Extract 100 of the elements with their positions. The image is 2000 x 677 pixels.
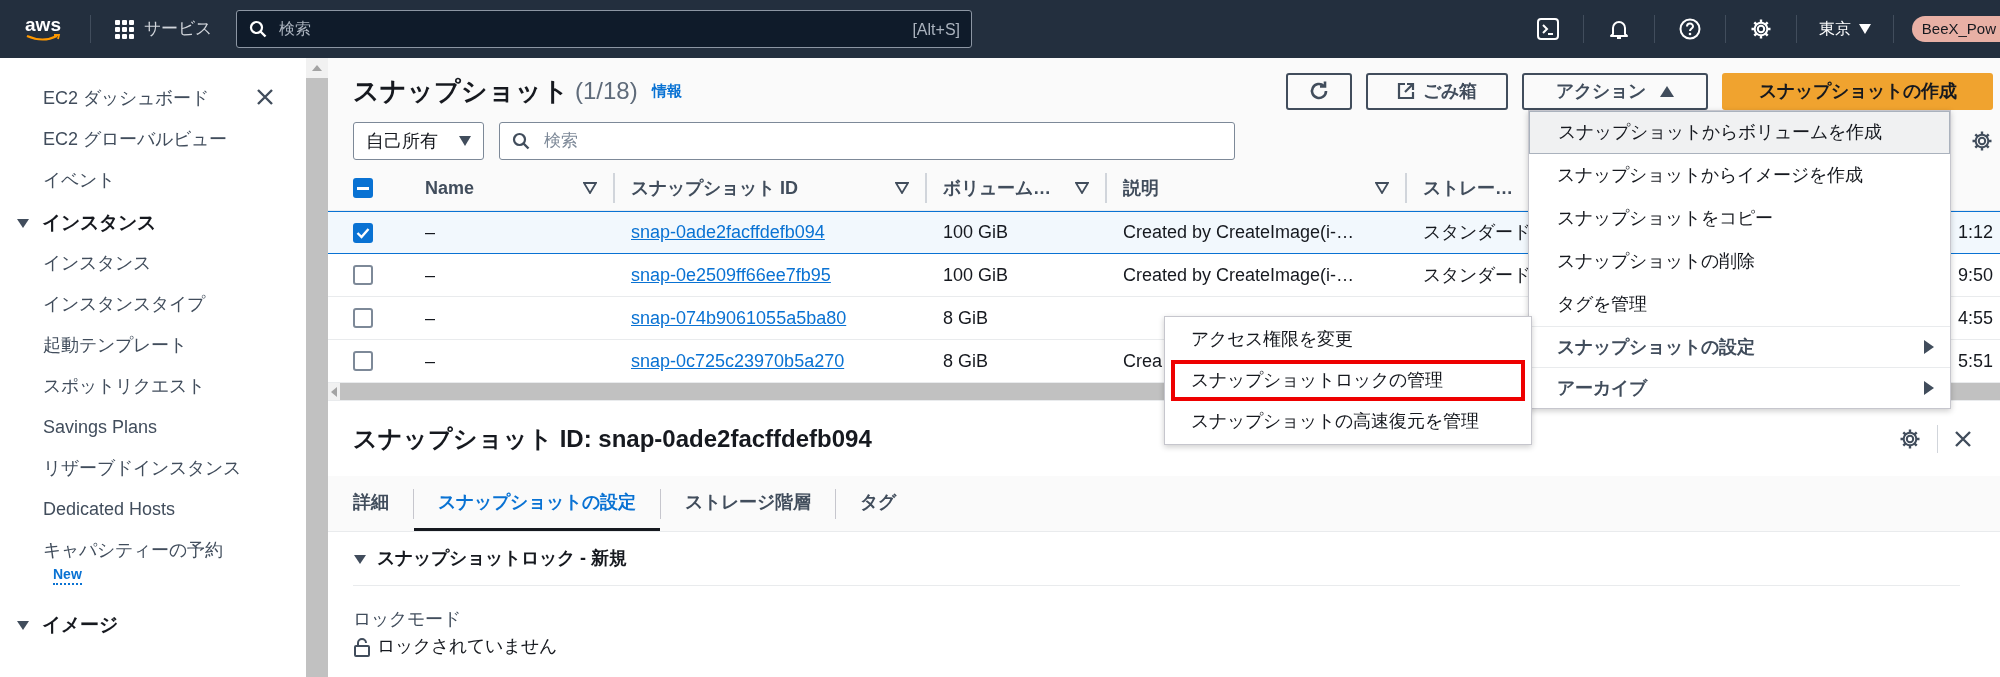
caret-icon xyxy=(459,136,471,146)
column-header[interactable]: 説明 xyxy=(1123,174,1159,202)
menu-item[interactable]: スナップショットの高速復元を管理 xyxy=(1171,401,1525,442)
aws-logo[interactable]: aws xyxy=(20,16,66,42)
table-cell-text: 8 GiB xyxy=(942,349,989,373)
sidebar-link[interactable]: インスタンスタイプ xyxy=(43,284,205,325)
keyboard-shortcut-hint: [Alt+S] xyxy=(912,20,960,40)
snapshot-id-link[interactable]: snap-0e2509ff66ee7fb95 xyxy=(613,261,831,289)
section-header[interactable]: スナップショットロック - 新規 xyxy=(353,532,1960,586)
region-selector[interactable]: 東京 xyxy=(1796,17,1893,41)
sidebar-section-header[interactable]: イメージ xyxy=(16,605,118,645)
caret-down-icon xyxy=(16,618,30,632)
sidebar-link[interactable]: Dedicated Hosts xyxy=(43,489,176,530)
sidebar-link[interactable]: Savings Plans xyxy=(43,407,158,448)
sidebar-link[interactable]: EC2 グローバルビュー xyxy=(43,121,228,162)
sort-caret-icon xyxy=(583,182,597,194)
table-cell-text: Crea xyxy=(1122,349,1162,373)
checkbox[interactable] xyxy=(353,351,373,371)
page-title: スナップショット xyxy=(353,74,569,108)
table-cell-text: 8 GiB xyxy=(942,306,989,330)
settings-icon xyxy=(1971,130,1993,152)
new-badge-link[interactable]: New xyxy=(53,565,82,585)
tab[interactable]: ストレージ階層 xyxy=(661,476,835,531)
services-menu-button[interactable]: サービス xyxy=(115,16,212,42)
close-button[interactable] xyxy=(256,88,274,106)
trash-button[interactable]: ごみ箱 xyxy=(1366,72,1508,110)
column-header[interactable]: スナップショット ID xyxy=(631,174,798,202)
table-cell-text: – xyxy=(425,221,435,244)
table-cell-text: スタンダード xyxy=(1422,221,1531,244)
table-cell-text: 9:50 xyxy=(1957,263,1993,287)
preferences-button[interactable] xyxy=(1971,130,1993,152)
scrollbar[interactable] xyxy=(306,58,328,677)
menu-item[interactable]: スナップショットからボリュームを作成 xyxy=(1529,111,1950,154)
menu-item[interactable]: スナップショットロックの管理 xyxy=(1171,360,1525,401)
info-link[interactable]: 情報 xyxy=(651,79,682,103)
table-cell-text: 100 GiB xyxy=(942,221,1009,244)
settings-button[interactable] xyxy=(1899,427,1921,450)
caret-right-icon xyxy=(1924,381,1934,395)
search-icon xyxy=(512,132,530,150)
table-cell-text: スタンダード xyxy=(1422,263,1531,287)
external-link-icon xyxy=(1397,82,1415,100)
tab[interactable]: スナップショットの設定 xyxy=(414,476,660,531)
table-cell-text: Created by CreateImage(i-… xyxy=(1122,263,1355,287)
tab[interactable]: タグ xyxy=(836,476,920,531)
close-button[interactable] xyxy=(1954,429,1972,448)
help-icon[interactable] xyxy=(1678,18,1701,40)
checkbox[interactable] xyxy=(353,265,373,285)
settings-icon[interactable] xyxy=(1749,18,1772,40)
snapshot-id-link[interactable]: snap-074b9061055a5ba80 xyxy=(613,304,847,332)
table-cell-text: 4:55 xyxy=(1957,306,1993,330)
account-menu-button[interactable]: BeeX_Pow xyxy=(1911,16,2000,42)
minus-icon xyxy=(357,186,369,190)
sidebar-link[interactable]: 起動テンプレート xyxy=(43,325,187,366)
terminal-icon[interactable] xyxy=(1536,18,1559,40)
menu-item[interactable]: アクセス権限を変更 xyxy=(1171,319,1525,360)
checkbox[interactable] xyxy=(353,308,373,328)
sort-caret-icon xyxy=(1075,182,1089,194)
smile-arrow-icon xyxy=(25,34,61,42)
table-cell-text: Created by CreateImage(i-… xyxy=(1122,221,1355,244)
panel-title: スナップショット ID: snap-0ade2facffdefb094 xyxy=(353,423,872,454)
snapshot-id-link[interactable]: snap-0ade2facffdefb094 xyxy=(613,219,825,246)
close-icon xyxy=(256,88,274,106)
scroll-left-icon xyxy=(331,386,337,397)
sidebar-link[interactable]: EC2 ダッシュボード xyxy=(43,80,210,121)
caret-icon xyxy=(1858,24,1871,34)
field-value: ロックされていません xyxy=(377,635,557,658)
column-header[interactable]: Name xyxy=(425,174,475,202)
checkbox[interactable] xyxy=(353,178,373,198)
table-cell-text: – xyxy=(425,306,435,330)
sidebar-link[interactable]: リザーブドインスタンス xyxy=(43,448,241,489)
tab[interactable]: 詳細 xyxy=(353,476,413,531)
field-label: ロックモード xyxy=(353,608,461,631)
checkmark-icon xyxy=(356,226,370,239)
snapshot-id-link[interactable]: snap-0c725c23970b5a270 xyxy=(613,347,845,375)
table-cell-text: – xyxy=(425,263,435,287)
sidebar-link[interactable]: インスタンス xyxy=(43,243,151,284)
create-snapshot-button[interactable]: スナップショットの作成 xyxy=(1722,72,1993,110)
bell-icon[interactable] xyxy=(1607,18,1630,40)
checkbox[interactable] xyxy=(353,222,373,243)
search-field[interactable]: 検索 xyxy=(499,122,1235,160)
column-header[interactable]: ストレー… xyxy=(1423,174,1513,202)
sidebar-section-header[interactable]: インスタンス xyxy=(16,203,156,243)
sidebar-link[interactable]: スポットリクエスト xyxy=(43,366,205,407)
refresh-button[interactable] xyxy=(1286,72,1352,110)
refresh-icon xyxy=(1308,80,1330,102)
menu-item[interactable]: スナップショットからイメージを作成 xyxy=(1529,154,1950,197)
scroll-up-icon xyxy=(312,65,322,71)
menu-item[interactable]: タグを管理 xyxy=(1529,283,1950,326)
caret-up-icon xyxy=(1660,85,1674,97)
table-cell-text: 5:51 xyxy=(1957,349,1993,373)
owner-filter-dropdown[interactable]: 自己所有 xyxy=(353,122,484,160)
caret-down-icon xyxy=(16,216,30,230)
settings-icon xyxy=(1899,427,1921,450)
sort-caret-icon xyxy=(1375,182,1389,194)
actions-dropdown-button[interactable]: アクション xyxy=(1522,72,1708,110)
grid-icon xyxy=(115,19,134,39)
table-cell-text: 100 GiB xyxy=(942,263,1009,287)
table-cell-text: 1:12 xyxy=(1957,221,1993,244)
column-header[interactable]: ボリューム… xyxy=(943,174,1051,202)
sidebar-link[interactable]: イベント xyxy=(43,162,115,203)
